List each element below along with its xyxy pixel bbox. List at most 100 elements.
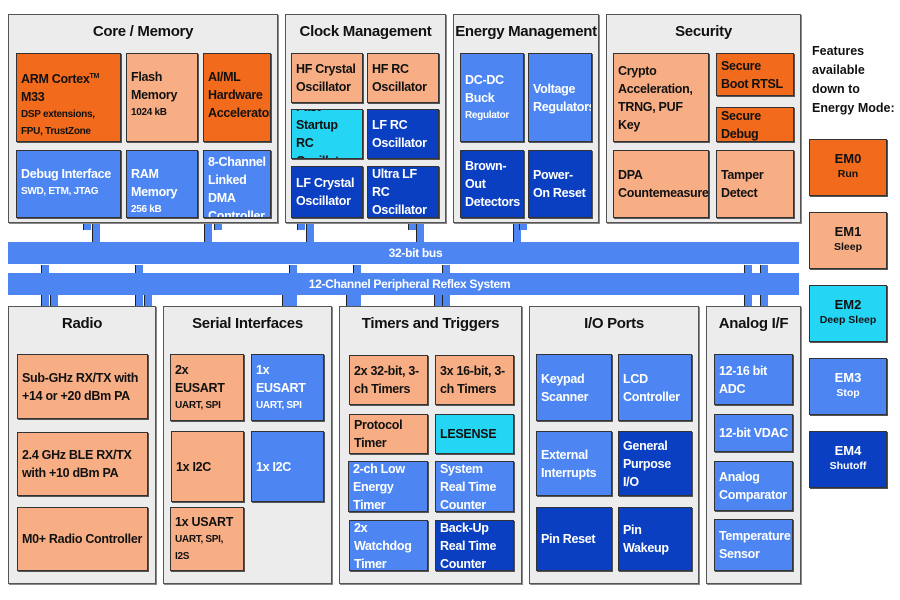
block-title: 2x Watchdog Timer xyxy=(354,520,412,571)
block-title: 1x USART xyxy=(175,515,234,529)
block-hf-rc-oscillator[interactable]: HF RC Oscillator xyxy=(367,53,439,103)
block-temperature-sensor[interactable]: Temperature Sensor xyxy=(714,519,793,571)
legend-em3: EM3 Stop xyxy=(809,358,887,415)
block-pin-wakeup[interactable]: Pin Wakeup xyxy=(618,507,692,571)
block-1x-usart[interactable]: 1x USART UART, SPI, I2S xyxy=(170,507,244,571)
block-subtitle: DSP extensions, FPU, TrustZone xyxy=(21,109,95,138)
block-general-purpose-io[interactable]: General Purpose I/O xyxy=(618,431,692,496)
block-external-interrupts[interactable]: External Interrupts xyxy=(536,431,612,496)
block-dpa-countermeasures[interactable]: DPA Countemeasures xyxy=(613,150,709,218)
block-flash-memory[interactable]: Flash Memory 1024 kB xyxy=(126,53,198,142)
block-ram-memory[interactable]: RAM Memory 256 kB xyxy=(126,150,198,218)
block-secure-boot-rtsl[interactable]: Secure Boot RTSL xyxy=(716,53,794,96)
block-title: 1x I2C xyxy=(256,459,292,474)
block-title: LF RC Oscillator xyxy=(372,118,427,150)
group-energy-management: Energy Management DC-DC Buck Regulator V… xyxy=(453,14,599,223)
block-title: LF Crystal Oscillator xyxy=(296,176,355,208)
legend-mode-desc: Stop xyxy=(836,387,860,399)
block-lf-crystal-oscillator[interactable]: LF Crystal Oscillator xyxy=(291,166,363,218)
block-title: 8-Channel Linked DMA Controller xyxy=(208,155,266,218)
block-title: LCD Controller xyxy=(623,371,680,404)
block-debug-interface[interactable]: Debug Interface SWD, ETM, JTAG xyxy=(16,150,121,218)
block-tamper-detect[interactable]: Tamper Detect xyxy=(716,150,794,218)
block-title: HF Crystal Oscillator xyxy=(296,62,356,94)
block-crypto-acceleration[interactable]: Crypto Acceleration, TRNG, PUF Key xyxy=(613,53,709,142)
block-power-on-reset[interactable]: Power-On Reset xyxy=(528,150,592,218)
block-backup-real-time-counter[interactable]: Back-Up Real Time Counter xyxy=(435,520,514,571)
block-title: Pin Reset xyxy=(541,532,596,546)
block-2x-eusart[interactable]: 2x EUSART UART, SPI xyxy=(170,354,244,421)
block-dma-controller[interactable]: 8-Channel Linked DMA Controller xyxy=(203,150,271,218)
block-subtitle: UART, SPI xyxy=(256,400,302,411)
block-secure-debug[interactable]: Secure Debug xyxy=(716,107,794,142)
legend-mode-desc: Shutoff xyxy=(829,460,867,472)
block-subtitle: 1024 kB xyxy=(131,107,167,118)
block-1x-i2c-em3[interactable]: 1x I2C xyxy=(251,431,324,502)
block-1x-eusart[interactable]: 1x EUSART UART, SPI xyxy=(251,354,324,421)
block-subtitle: Regulator xyxy=(465,110,509,121)
block-protocol-timer[interactable]: Protocol Timer xyxy=(349,414,428,454)
block-hf-crystal-oscillator[interactable]: HF Crystal Oscillator xyxy=(291,53,363,103)
block-subtitle: 256 kB xyxy=(131,204,162,215)
block-title: External Interrupts xyxy=(541,447,597,480)
block-ultra-lf-rc-oscillator[interactable]: Ultra LF RC Oscillator xyxy=(367,166,439,218)
block-aiml-accelerator[interactable]: AI/ML Hardware Accelerator xyxy=(203,53,271,142)
legend-mode-name: EM0 xyxy=(834,151,862,166)
group-title: Timers and Triggers xyxy=(361,315,500,332)
block-low-energy-timer[interactable]: 2-ch Low Energy Timer xyxy=(348,461,428,512)
group-timers-and-triggers: Timers and Triggers 2x 32-bit, 3-ch Time… xyxy=(339,306,522,584)
group-title: I/O Ports xyxy=(584,315,644,332)
block-dcdc-buck-regulator[interactable]: DC-DC Buck Regulator xyxy=(460,53,524,142)
group-title: Serial Interfaces xyxy=(192,315,303,332)
block-title: Voltage Regulators xyxy=(533,81,592,114)
block-title: ARM CortexTM M33 xyxy=(21,72,100,105)
block-subtitle: UART, SPI xyxy=(175,400,221,411)
block-arm-cortex-m33[interactable]: ARM CortexTM M33 DSP extensions, FPU, Tr… xyxy=(16,53,121,142)
block-analog-comparator[interactable]: Analog Comparator xyxy=(714,461,793,511)
block-32bit-timers[interactable]: 2x 32-bit, 3-ch Timers xyxy=(349,355,428,405)
block-title: LESENSE xyxy=(440,427,497,441)
block-adc[interactable]: 12-16 bit ADC xyxy=(714,354,793,405)
block-title: Pin Wakeup xyxy=(623,523,669,555)
legend-em4: EM4 Shutoff xyxy=(809,431,887,488)
group-serial-interfaces: Serial Interfaces 2x EUSART UART, SPI 1x… xyxy=(163,306,332,584)
block-keypad-scanner[interactable]: Keypad Scanner xyxy=(536,354,612,421)
block-title: 2.4 GHz BLE RX/TX with +10 dBm PA xyxy=(22,448,132,480)
block-lesense[interactable]: LESENSE xyxy=(435,414,514,454)
block-title: HF RC Oscillator xyxy=(372,62,427,94)
legend-mode-desc: Deep Sleep xyxy=(819,314,877,326)
block-title: Crypto Acceleration, TRNG, PUF Key xyxy=(618,63,693,132)
block-lf-rc-oscillator[interactable]: LF RC Oscillator xyxy=(367,109,439,159)
block-m0-radio-controller[interactable]: M0+ Radio Controller xyxy=(17,507,148,571)
block-system-real-time-counter[interactable]: System Real Time Counter xyxy=(435,461,514,512)
block-title: 2x EUSART xyxy=(175,363,225,395)
group-analog-if: Analog I/F 12-16 bit ADC 12-bit VDAC Ana… xyxy=(706,306,801,584)
block-title: 2-ch Low Energy Timer xyxy=(353,461,405,512)
block-title: Flash Memory xyxy=(131,70,178,102)
bus-connector xyxy=(214,222,222,230)
block-title: 1x EUSART xyxy=(256,363,306,395)
block-1x-i2c-em1[interactable]: 1x I2C xyxy=(171,431,244,502)
block-sub-ghz-rxtx[interactable]: Sub-GHz RX/TX with +14 or +20 dBm PA xyxy=(17,354,148,419)
group-title: Energy Management xyxy=(455,23,597,40)
legend-mode-desc: Sleep xyxy=(833,241,862,253)
block-voltage-regulators[interactable]: Voltage Regulators xyxy=(528,53,592,142)
group-radio: Radio Sub-GHz RX/TX with +14 or +20 dBm … xyxy=(8,306,156,584)
block-vdac[interactable]: 12-bit VDAC xyxy=(714,414,793,452)
block-title: Protocol Timer xyxy=(354,418,403,450)
block-16bit-timers[interactable]: 3x 16-bit, 3-ch Timers xyxy=(435,355,514,405)
block-fast-startup-rc-oscillator[interactable]: Fast Startup RC Oscillator xyxy=(291,109,363,159)
block-watchdog-timer[interactable]: 2x Watchdog Timer xyxy=(349,520,428,571)
block-title: Tamper Detect xyxy=(721,168,764,200)
block-brown-out-detectors[interactable]: Brown-Out Detectors xyxy=(460,150,524,218)
prs-bus-label: 12-Channel Peripheral Reflex System xyxy=(308,277,511,291)
block-ble-rxtx[interactable]: 2.4 GHz BLE RX/TX with +10 dBm PA xyxy=(17,432,148,496)
block-lcd-controller[interactable]: LCD Controller xyxy=(618,354,692,421)
bus-32bit-label: 32-bit bus xyxy=(388,246,443,260)
block-pin-reset[interactable]: Pin Reset xyxy=(536,507,612,571)
legend-title: Features available down to Energy Mode: xyxy=(812,44,895,115)
legend-em1: EM1 Sleep xyxy=(809,212,887,269)
block-title: Secure Debug xyxy=(721,108,761,141)
block-title: 12-16 bit ADC xyxy=(719,363,768,396)
peripheral-reflex-system-bus: 12-Channel Peripheral Reflex System xyxy=(8,273,799,295)
